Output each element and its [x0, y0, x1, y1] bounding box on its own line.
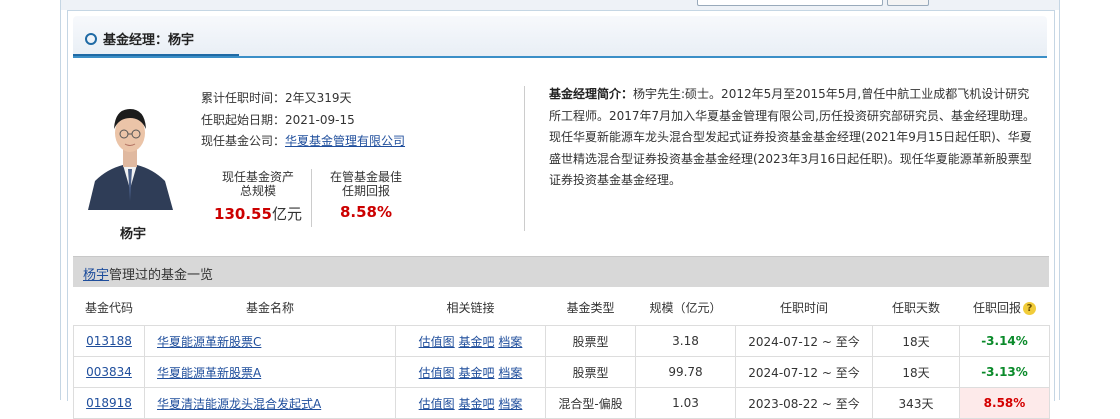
fund-code-link[interactable]: 018918 [86, 396, 132, 410]
fund-list-title: 杨宇管理过的基金一览 [83, 264, 213, 283]
fund-return-cell: -3.14% [959, 325, 1050, 357]
fund-name-cell: 华夏能源革新股票A [144, 356, 396, 388]
circle-bullet-icon [85, 33, 97, 45]
manager-photo [83, 89, 177, 210]
bio-text: 杨宇先生:硕士。2012年5月至2015年5月,曾任中航工业成都飞机设计研究所工… [549, 87, 1035, 187]
fund-list-suffix: 管理过的基金一览 [109, 268, 214, 283]
col-return-label[interactable]: 任职回报 [973, 301, 1021, 315]
fund-period-cell: 2024-07-12 ~ 至今 [735, 325, 873, 357]
fund-code-cell: 013188 [73, 325, 145, 357]
profile-link[interactable]: 档案 [498, 366, 522, 380]
valuation-link[interactable]: 估值图 [419, 335, 455, 349]
table-row: 013188 华夏能源革新股票C 估值图 基金吧 档案 股票型 3.18 2024-07-… [73, 325, 1050, 357]
table-header-row: 基金代码 基金名称 相关链接 基金类型 规模（亿元） 任职时间 任职天数 任职回… [73, 289, 1050, 326]
table-row: 003834 华夏能源革新股票A 估值图 基金吧 档案 股票型 99.78 2024-07… [73, 356, 1050, 388]
panel-header: 基金经理：杨宇 [73, 16, 1047, 58]
best-return-value: 8.58% [339, 203, 393, 221]
valuation-link[interactable]: 估值图 [419, 397, 455, 411]
fund-return-cell: -3.13% [959, 356, 1050, 388]
fund-return-value: 8.58% [983, 396, 1026, 410]
fund-links-cell: 估值图 基金吧 档案 [395, 325, 546, 357]
company-label: 现任基金公司： [201, 134, 286, 148]
forum-link[interactable]: 基金吧 [458, 335, 494, 349]
fund-links-cell: 估值图 基金吧 档案 [395, 387, 546, 419]
tenure-value: 2年又319天 [285, 91, 352, 105]
profile-link[interactable]: 档案 [498, 335, 522, 349]
fund-code-cell: 018918 [73, 387, 145, 419]
fund-size-cell: 99.78 [635, 356, 736, 388]
forum-link[interactable]: 基金吧 [458, 366, 494, 380]
table-row: 018918 华夏清洁能源龙头混合发起式A 估值图 基金吧 档案 混合型-偏股 1.03… [73, 387, 1050, 419]
col-period[interactable]: 任职时间 [735, 289, 873, 326]
forum-link[interactable]: 基金吧 [458, 397, 494, 411]
fund-size-cell: 3.18 [635, 325, 736, 357]
fund-return-value: -3.14% [981, 334, 1028, 348]
manager-name: 杨宇 [119, 227, 146, 242]
manager-bio: 基金经理简介：杨宇先生:硕士。2012年5月至2015年5月,曾任中航工业成都飞… [549, 84, 1039, 192]
col-type[interactable]: 基金类型 [545, 289, 636, 326]
bio-label: 基金经理简介： [549, 87, 634, 101]
company-row: 现任基金公司：华夏基金管理有限公司 [201, 132, 405, 149]
start-row: 任职起始日期：2021-09-15 [201, 111, 355, 128]
fund-return-cell: 8.58% [959, 387, 1050, 419]
fund-size-cell: 1.03 [635, 387, 736, 419]
fund-days-cell: 18天 [872, 356, 960, 388]
tenure-label: 累计任职时间： [201, 91, 286, 105]
fund-list-header: 杨宇管理过的基金一览 [73, 256, 1049, 287]
start-value: 2021-09-15 [285, 113, 355, 127]
assets-number: 130.55 [214, 205, 272, 223]
fund-period-cell: 2023-08-22 ~ 至今 [735, 387, 873, 419]
assets-unit: 亿元 [271, 205, 302, 223]
fund-days-cell: 343天 [872, 387, 960, 419]
help-icon[interactable]: ? [1023, 301, 1036, 315]
header-divider [73, 56, 1047, 58]
assets-label: 现任基金资产 总规模 [213, 170, 303, 198]
fund-name-link[interactable]: 华夏能源革新股票C [157, 335, 261, 349]
fund-code-link[interactable]: 013188 [86, 334, 132, 348]
best-label: 在管基金最佳 任期回报 [321, 170, 411, 198]
best-label-line1: 在管基金最佳 [329, 170, 402, 184]
page-container: 基金经理：杨宇 杨宇 累计任职时间：2年又319天 任职起始日期：2021-09… [60, 0, 1060, 419]
fund-name-cell: 华夏能源革新股票C [144, 325, 396, 357]
fund-type-cell: 混合型-偏股 [545, 387, 636, 419]
fund-period-cell: 2024-07-12 ~ 至今 [735, 356, 873, 388]
col-days[interactable]: 任职天数 [872, 289, 960, 326]
search-input[interactable] [697, 0, 883, 6]
assets-label-line1: 现任基金资产 [221, 170, 294, 184]
search-button[interactable] [887, 0, 929, 6]
fund-type-cell: 股票型 [545, 356, 636, 388]
fund-code-cell: 003834 [73, 356, 145, 388]
fund-name-link[interactable]: 华夏清洁能源龙头混合发起式A [157, 397, 321, 411]
fund-links-cell: 估值图 基金吧 档案 [395, 356, 546, 388]
start-label: 任职起始日期： [201, 113, 286, 127]
profile-link[interactable]: 档案 [498, 397, 522, 411]
assets-value: 130.55亿元 [203, 203, 313, 224]
col-size[interactable]: 规模（亿元） [635, 289, 736, 326]
fund-name-cell: 华夏清洁能源龙头混合发起式A [144, 387, 396, 419]
col-name[interactable]: 基金名称 [144, 289, 396, 326]
fund-days-cell: 18天 [872, 325, 960, 357]
fund-type-cell: 股票型 [545, 325, 636, 357]
assets-label-line2: 总规模 [239, 184, 276, 198]
stats-divider [311, 169, 312, 227]
bio-divider [524, 86, 525, 231]
tenure-row: 累计任职时间：2年又319天 [201, 89, 352, 106]
manager-name-link[interactable]: 杨宇 [83, 268, 109, 283]
col-links: 相关链接 [395, 289, 546, 326]
page-title: 基金经理：杨宇 [103, 33, 195, 48]
col-code[interactable]: 基金代码 [73, 289, 145, 326]
col-return[interactable]: 任职回报? [959, 289, 1050, 326]
company-link[interactable]: 华夏基金管理有限公司 [285, 134, 405, 148]
manager-panel: 基金经理：杨宇 杨宇 累计任职时间：2年又319天 任职起始日期：2021-09… [67, 10, 1055, 419]
best-label-line2: 任期回报 [341, 184, 390, 198]
fund-name-link[interactable]: 华夏能源革新股票A [157, 366, 261, 380]
fund-return-value: -3.13% [981, 365, 1028, 379]
fund-code-link[interactable]: 003834 [86, 365, 132, 379]
valuation-link[interactable]: 估值图 [419, 366, 455, 380]
